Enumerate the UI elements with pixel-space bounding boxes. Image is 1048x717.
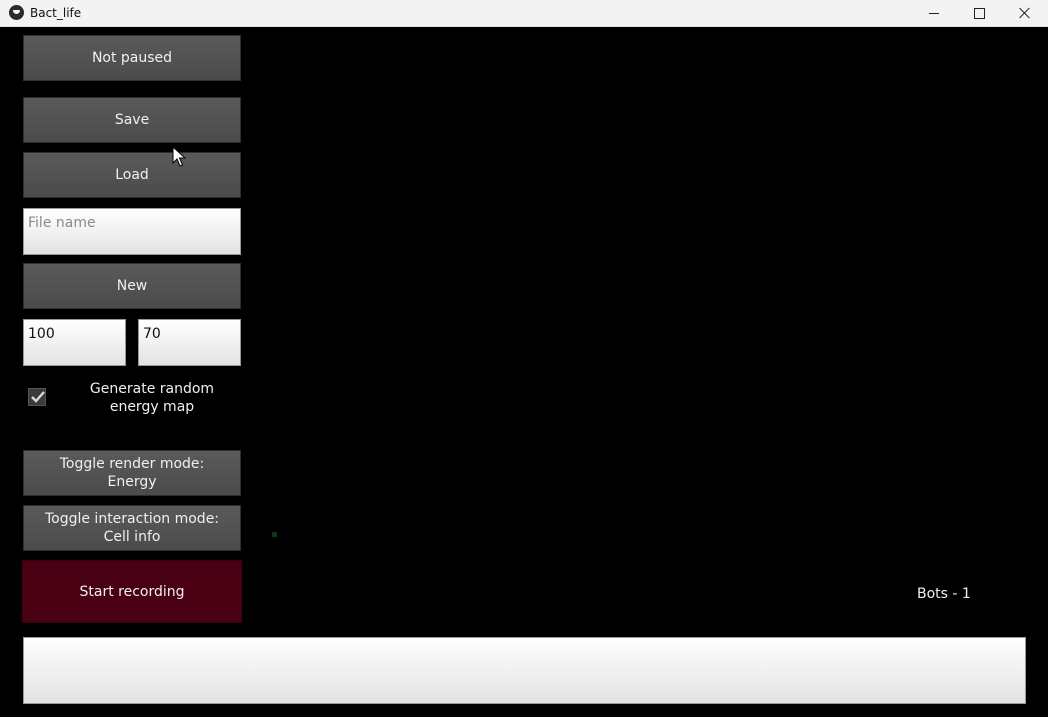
save-button[interactable]: Save xyxy=(23,97,241,143)
close-button[interactable] xyxy=(1002,0,1048,26)
close-icon xyxy=(1019,7,1031,19)
mouse-cursor-icon xyxy=(172,146,186,167)
minimize-icon xyxy=(929,12,939,14)
world-width-input[interactable]: 100 xyxy=(23,319,126,366)
start-recording-button[interactable]: Start recording xyxy=(22,560,242,623)
pause-toggle-button[interactable]: Not paused xyxy=(23,35,241,81)
render-mode-button[interactable]: Toggle render mode: Energy xyxy=(23,450,241,496)
random-energy-checkbox[interactable] xyxy=(28,388,46,406)
random-energy-label: Generate random energy map xyxy=(89,381,215,415)
file-name-input[interactable]: File name xyxy=(23,208,241,255)
app-logo-icon xyxy=(9,5,24,20)
world-height-input[interactable]: 70 xyxy=(138,319,241,366)
console-output[interactable] xyxy=(23,637,1026,704)
new-world-button[interactable]: New xyxy=(23,263,241,309)
bot-cell[interactable] xyxy=(272,532,277,537)
maximize-button[interactable] xyxy=(956,0,1002,26)
maximize-icon xyxy=(973,7,985,19)
title-bar[interactable]: Bact_life xyxy=(0,0,1048,27)
minimize-button[interactable] xyxy=(911,0,957,26)
interaction-mode-button[interactable]: Toggle interaction mode: Cell info xyxy=(23,505,241,551)
app-window: Bact_life Not paused Save Load File name… xyxy=(0,0,1048,717)
bots-count-label: Bots - 1 xyxy=(917,586,971,602)
window-title: Bact_life xyxy=(30,6,82,20)
load-button[interactable]: Load xyxy=(23,152,241,198)
checkmark-icon xyxy=(31,391,45,403)
